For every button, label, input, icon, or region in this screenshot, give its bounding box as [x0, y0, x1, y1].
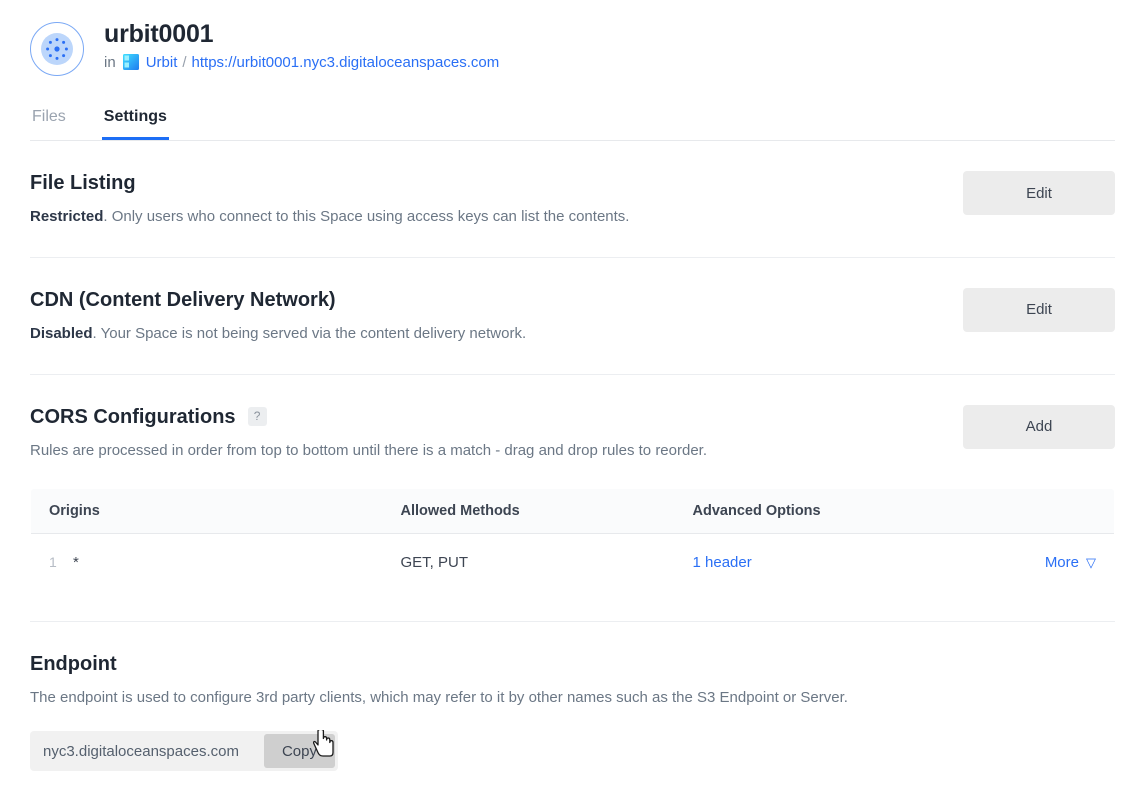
space-dots-icon: [39, 31, 75, 67]
section-file-listing: File Listing Restricted. Only users who …: [30, 141, 1115, 258]
file-listing-desc-text: . Only users who connect to this Space u…: [103, 208, 630, 225]
space-avatar: [30, 22, 84, 76]
cdn-description: Disabled. Your Space is not being served…: [30, 323, 1115, 345]
settings-content: File Listing Restricted. Only users who …: [0, 141, 1145, 800]
column-header-methods: Allowed Methods: [400, 489, 693, 535]
row-number: 1: [49, 554, 57, 571]
tab-bar: Files Settings: [30, 102, 1145, 140]
breadcrumb-separator: /: [182, 53, 187, 71]
cors-title-row: CORS Configurations ?: [30, 405, 1115, 429]
cdn-edit-button[interactable]: Edit: [963, 287, 1115, 332]
copy-button[interactable]: Copy: [263, 734, 335, 768]
cdn-status: Disabled: [30, 324, 93, 342]
cors-table-head: Origins Allowed Methods Advanced Options: [31, 489, 1114, 535]
cell-more: More ▽: [1011, 534, 1115, 592]
section-cors: CORS Configurations ? Rules are processe…: [30, 375, 1115, 623]
page-header: urbit0001 in Urbit / https://urbit0001.n…: [0, 0, 1145, 76]
breadcrumb: in Urbit / https://urbit0001.nyc3.digita…: [104, 54, 499, 70]
project-tile-icon: [122, 54, 139, 70]
page-title: urbit0001: [104, 20, 214, 48]
cors-table: Origins Allowed Methods Advanced Options…: [30, 488, 1115, 593]
endpoint-title: Endpoint: [30, 653, 117, 676]
breadcrumb-url-link[interactable]: https://urbit0001.nyc3.digitaloceanspace…: [192, 55, 500, 70]
endpoint-field: nyc3.digitaloceanspaces.com Copy: [30, 731, 338, 771]
file-listing-status: Restricted: [30, 208, 104, 225]
breadcrumb-project-link[interactable]: Urbit: [146, 55, 178, 70]
file-listing-description: Restricted. Only users who connect to th…: [30, 206, 1115, 228]
cdn-desc-text: . Your Space is not being served via the…: [92, 324, 527, 342]
table-row[interactable]: 1 * GET, PUT 1 header More ▽: [31, 534, 1115, 592]
cell-origin: 1 *: [31, 534, 401, 592]
cdn-title: CDN (Content Delivery Network): [30, 288, 336, 311]
more-label: More: [1044, 554, 1079, 572]
file-listing-edit-button[interactable]: Edit: [963, 171, 1115, 215]
header-text-block: urbit0001 in Urbit / https://urbit0001.n…: [104, 18, 499, 70]
endpoint-value: nyc3.digitaloceanspaces.com: [43, 742, 239, 760]
chevron-down-icon: ▽: [1086, 555, 1096, 571]
cors-description: Rules are processed in order from top to…: [30, 441, 708, 459]
column-header-actions: [1010, 489, 1114, 535]
section-cdn: CDN (Content Delivery Network) Disabled.…: [30, 258, 1115, 375]
cors-table-header-row: Origins Allowed Methods Advanced Options: [31, 489, 1114, 535]
more-dropdown-button[interactable]: More ▽: [1045, 554, 1096, 571]
breadcrumb-prefix: in: [104, 53, 116, 71]
cors-add-button[interactable]: Add: [963, 404, 1115, 449]
file-listing-title: File Listing: [30, 172, 136, 194]
cors-title: CORS Configurations: [30, 405, 236, 428]
tab-files[interactable]: Files: [30, 109, 68, 140]
column-header-origins: Origins: [31, 489, 401, 535]
endpoint-description: The endpoint is used to configure 3rd pa…: [30, 689, 848, 707]
column-header-advanced: Advanced Options: [692, 489, 1011, 535]
cell-methods: GET, PUT: [400, 554, 469, 572]
cors-table-body: 1 * GET, PUT 1 header More ▽: [31, 534, 1115, 592]
origin-value: *: [73, 554, 79, 572]
cell-advanced: 1 header: [693, 534, 1011, 592]
tab-settings[interactable]: Settings: [101, 109, 169, 140]
header-count-link[interactable]: 1 header: [693, 554, 752, 571]
section-endpoint: Endpoint The endpoint is used to configu…: [30, 622, 1115, 800]
help-icon[interactable]: ?: [247, 407, 267, 426]
